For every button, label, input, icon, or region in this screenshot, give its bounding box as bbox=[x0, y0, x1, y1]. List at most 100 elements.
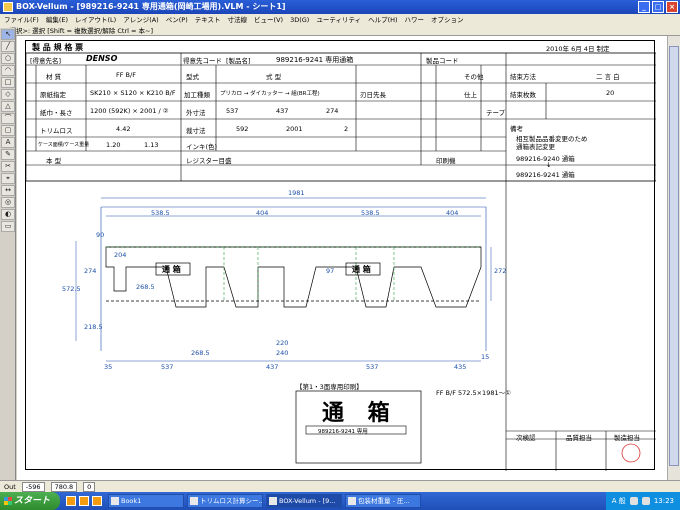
ime-indicator[interactable]: A 般 bbox=[612, 496, 626, 506]
text-tool-icon[interactable]: A bbox=[1, 137, 15, 148]
type-label: 型式 bbox=[186, 73, 199, 81]
box-label-right: 通 箱 bbox=[352, 265, 371, 274]
dim-height: 572.5 bbox=[62, 285, 81, 293]
register-label: レジスター目盛 bbox=[186, 157, 232, 165]
windows-flag-icon bbox=[4, 497, 12, 505]
process-label: 加工種類 bbox=[184, 91, 210, 99]
area-label: ケース面積/ケース重量 bbox=[38, 142, 90, 148]
outer-height: 274 bbox=[326, 107, 339, 115]
type-value: 式 型 bbox=[266, 73, 282, 81]
scroll-thumb[interactable] bbox=[669, 46, 679, 466]
ellipse-tool-icon[interactable]: ◎ bbox=[1, 197, 15, 208]
sheet-date: 2010年 6月 4日 制定 bbox=[546, 45, 610, 53]
weight-value: 1.13 bbox=[144, 141, 159, 149]
select-tool-icon[interactable]: ↖ bbox=[1, 29, 15, 40]
dim-bottom-4: 435 bbox=[454, 363, 467, 371]
curve-tool-icon[interactable]: ⌒ bbox=[1, 113, 15, 124]
print-note: 【第1・3面専用印刷】 bbox=[296, 383, 363, 391]
freehand-tool-icon[interactable]: ✎ bbox=[1, 149, 15, 160]
menu-option[interactable]: オプション bbox=[431, 14, 464, 26]
snap-tool-icon[interactable]: ⌖ bbox=[1, 173, 15, 184]
process-value: プリカロ → ダイカッター → 組(BR工程) bbox=[220, 91, 320, 97]
menu-dimension[interactable]: 寸法線 bbox=[228, 14, 248, 26]
excel-icon bbox=[190, 497, 198, 505]
rectangle-tool-icon[interactable]: □ bbox=[1, 77, 15, 88]
dim-misc-3: 240 bbox=[276, 349, 289, 357]
triangle-tool-icon[interactable]: △ bbox=[1, 101, 15, 112]
toolbox: ↖ ╱ ○ ◠ □ ◇ △ ⌒ ▢ A ✎ ✂ ⌖ ↔ ◎ ◐ ▭ bbox=[0, 28, 16, 480]
tray-icon-1[interactable] bbox=[629, 497, 638, 505]
window-title: BOX-Vellum - [989216-9241 専用通箱(岡崎工場用).VL… bbox=[16, 2, 286, 11]
dim-misc-8: 35 bbox=[104, 363, 113, 371]
coord-x-field[interactable]: -596 bbox=[21, 482, 45, 492]
menu-layout[interactable]: レイアウト(L) bbox=[75, 14, 116, 26]
minimize-button[interactable]: _ bbox=[638, 1, 650, 13]
coord-label: Out bbox=[4, 483, 16, 491]
task-weight[interactable]: 包装材重量 - 圧... bbox=[345, 494, 421, 508]
start-button[interactable]: スタート bbox=[0, 492, 60, 510]
start-label: スタート bbox=[14, 496, 51, 506]
frame-tool-icon[interactable]: ▭ bbox=[1, 221, 15, 232]
arc-tool-icon[interactable]: ◠ bbox=[1, 65, 15, 76]
material-label: 材 質 bbox=[46, 73, 62, 81]
quicklaunch-icon-1[interactable] bbox=[66, 496, 76, 506]
quick-launch bbox=[60, 496, 108, 506]
cut-size-width: 592 bbox=[236, 125, 249, 133]
tray-icon-2[interactable] bbox=[641, 497, 650, 505]
menu-view[interactable]: ビュー(V) bbox=[254, 14, 283, 26]
material-note: FF B/F 572.5×1981～① bbox=[436, 389, 511, 397]
quicklaunch-icon-2[interactable] bbox=[79, 496, 89, 506]
cut-size-label: 裁寸法 bbox=[186, 127, 206, 135]
coord-y-field[interactable]: 780.8 bbox=[50, 482, 78, 492]
menu-pen[interactable]: ペン(P) bbox=[166, 14, 188, 26]
menu-arrange[interactable]: アレンジ(A) bbox=[123, 14, 159, 26]
coord-z-field[interactable]: 0 bbox=[83, 482, 96, 492]
customer-label: [得意先名] bbox=[30, 57, 62, 65]
menu-edit[interactable]: 編集(E) bbox=[46, 14, 68, 26]
vellum-icon bbox=[269, 497, 277, 505]
cut-label: 紙巾・長さ bbox=[40, 109, 73, 117]
maximize-button[interactable]: □ bbox=[652, 1, 664, 13]
product-name-label: [製品名] bbox=[226, 57, 251, 65]
fill-tool-icon[interactable]: ◐ bbox=[1, 209, 15, 220]
trim-tool-icon[interactable]: ✂ bbox=[1, 161, 15, 172]
excel-icon bbox=[111, 497, 119, 505]
dim-panel-1: 538.5 bbox=[151, 209, 170, 217]
circle-tool-icon[interactable]: ○ bbox=[1, 53, 15, 64]
dim-side-right: 272 bbox=[494, 267, 507, 275]
vertical-scrollbar[interactable] bbox=[667, 36, 680, 480]
polygon-tool-icon[interactable]: ◇ bbox=[1, 89, 15, 100]
task-box-vellum[interactable]: BOX-Vellum - [9... bbox=[266, 494, 342, 508]
dim-bottom-3: 537 bbox=[366, 363, 379, 371]
cut-size-length: 2001 bbox=[286, 125, 303, 133]
menu-file[interactable]: ファイル(F) bbox=[4, 14, 39, 26]
rounded-rect-tool-icon[interactable]: ▢ bbox=[1, 125, 15, 136]
line-tool-icon[interactable]: ╱ bbox=[1, 41, 15, 52]
quicklaunch-icon-3[interactable] bbox=[92, 496, 102, 506]
menu-power[interactable]: ハワー bbox=[405, 14, 425, 26]
dim-misc-6: 97 bbox=[326, 267, 335, 275]
other-label: その他 bbox=[464, 73, 484, 81]
dim-bottom-1: 537 bbox=[161, 363, 174, 371]
close-button[interactable]: × bbox=[666, 1, 678, 13]
board-spec-label: 原紙指定 bbox=[40, 91, 66, 99]
menu-text[interactable]: テキスト bbox=[195, 14, 221, 26]
menu-help[interactable]: ヘルプ(H) bbox=[368, 14, 397, 26]
cut-count: 2 bbox=[344, 125, 349, 133]
drawing-canvas[interactable]: 製 品 規 格 票 2010年 6月 4日 制定 [得意先名] DENSO 得意… bbox=[17, 36, 667, 480]
dim-misc-4: 220 bbox=[276, 339, 289, 347]
note-line-5: 989216-9241 通箱 bbox=[516, 171, 575, 179]
menu-3d[interactable]: 3D(G) bbox=[290, 14, 309, 26]
task-book1[interactable]: Book1 bbox=[108, 494, 184, 508]
dimension-tool-icon[interactable]: ↔ bbox=[1, 185, 15, 196]
big-print-label: 通 箱 bbox=[322, 401, 398, 426]
outer-width: 437 bbox=[276, 107, 289, 115]
approval-2: 品質担当 bbox=[566, 434, 592, 442]
clock[interactable]: 13:23 bbox=[654, 497, 674, 505]
task-trim-loss[interactable]: トリムロス計算シー... bbox=[187, 494, 263, 508]
notes-title: 備考 bbox=[510, 125, 523, 133]
part-print-label: 989216-9241 専用 bbox=[318, 429, 368, 435]
outer-length: 537 bbox=[226, 107, 239, 115]
dim-flap: 218.5 bbox=[84, 323, 103, 331]
menu-utility[interactable]: ユーティリティ bbox=[316, 14, 361, 26]
